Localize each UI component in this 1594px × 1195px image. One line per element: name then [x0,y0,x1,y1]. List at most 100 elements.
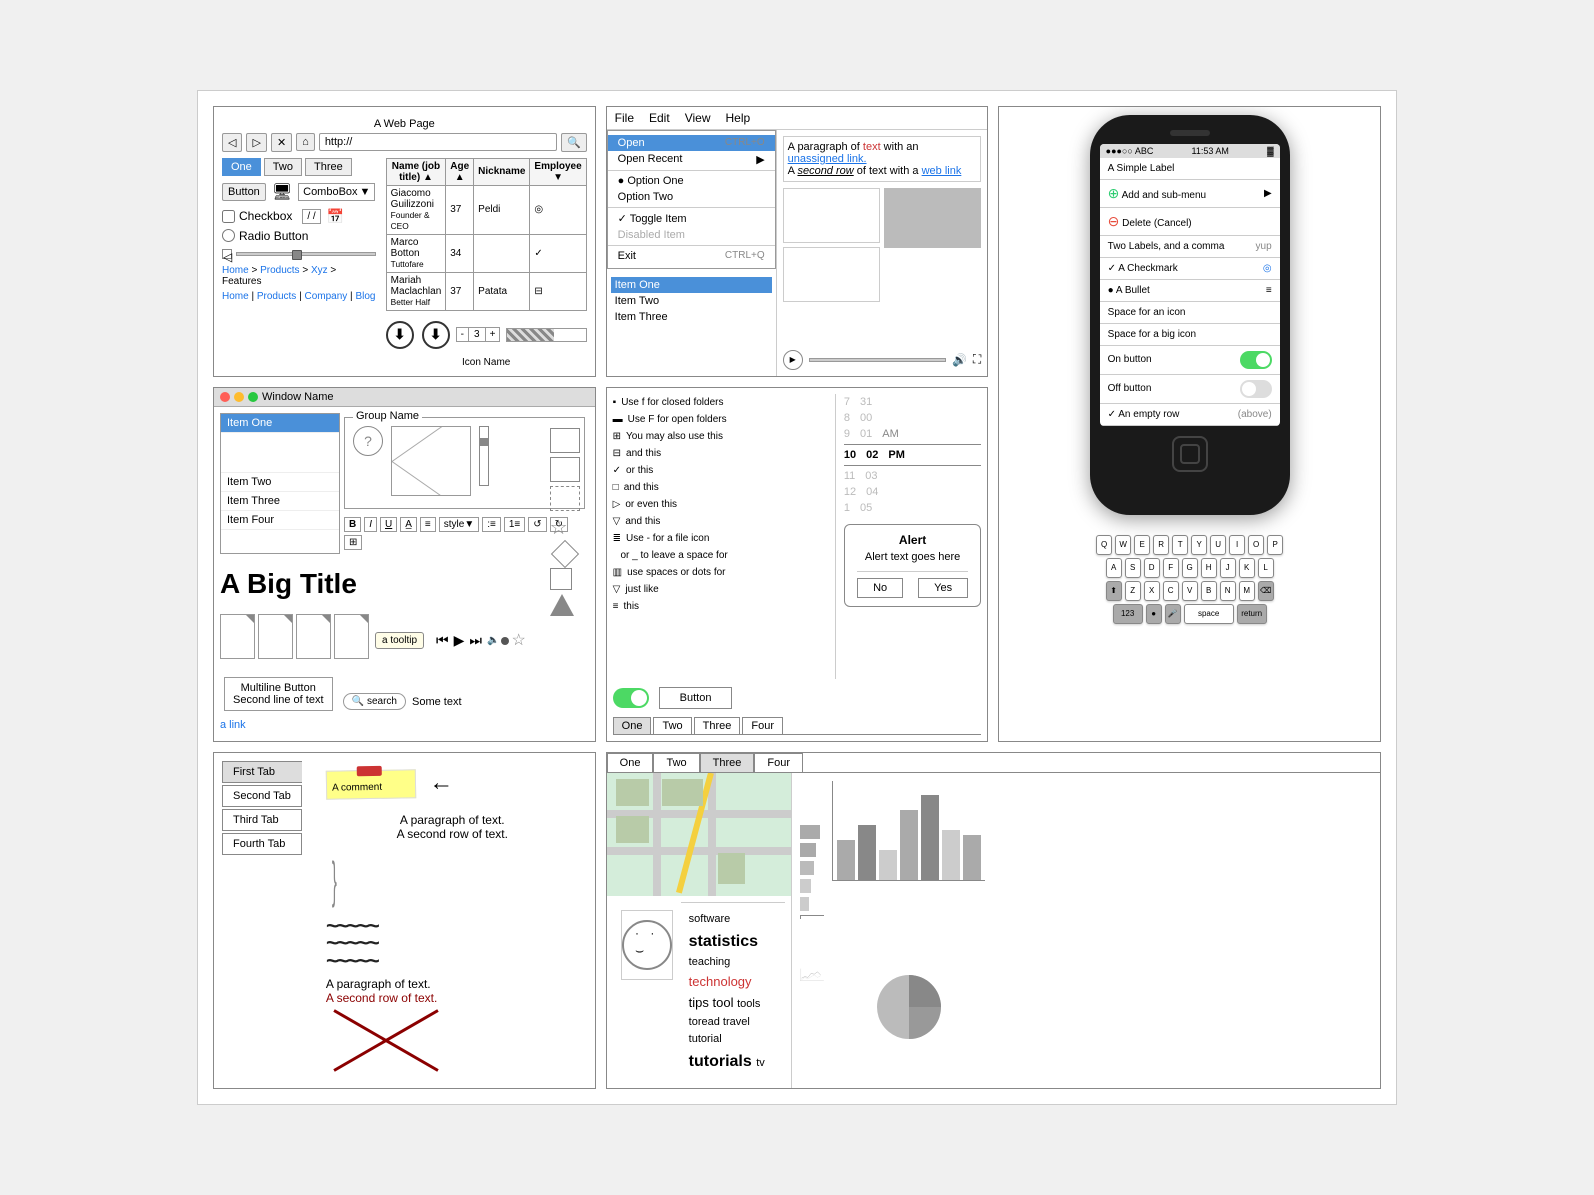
plain-button[interactable]: Button [659,687,733,709]
undo-btn[interactable]: ↺ [528,517,546,532]
forward-button[interactable]: ▷ [246,133,266,152]
menu-exit[interactable]: ExitCTRL+Q [608,248,775,264]
key-backspace[interactable]: ⌫ [1258,581,1274,601]
fullscreen-icon[interactable]: ⛶ [973,352,981,367]
key-o[interactable]: O [1248,535,1264,555]
menu-open-recent[interactable]: Open Recent▶ [608,151,775,168]
date-field[interactable]: / / [302,209,320,224]
menu-view[interactable]: View [685,111,711,125]
multiline-button[interactable]: Multiline Button Second line of text [224,677,333,711]
list-item-one[interactable]: Item One [611,277,772,293]
num-list-btn[interactable]: 1≡ [504,517,525,532]
data-tab-one[interactable]: One [607,753,654,772]
key-n[interactable]: N [1220,581,1236,601]
data-tab-four[interactable]: Four [754,753,803,772]
key-r[interactable]: R [1153,535,1169,555]
key-j[interactable]: J [1220,558,1236,578]
key-y[interactable]: Y [1191,535,1207,555]
key-q[interactable]: Q [1096,535,1112,555]
pipe-blog[interactable]: Blog [355,291,375,302]
key-l[interactable]: L [1258,558,1274,578]
bold-btn[interactable]: B [344,517,361,532]
stepper-plus[interactable]: + [486,328,500,341]
iphone-item-delete[interactable]: ⊖ Delete (Cancel) [1100,208,1280,236]
italic-btn[interactable]: I [364,517,377,532]
tab-one[interactable]: One [222,158,261,176]
unassigned-link[interactable]: unassigned link. [788,153,867,165]
alert-no-button[interactable]: No [857,578,903,598]
tab-three[interactable]: Three [305,158,352,176]
menu-edit[interactable]: Edit [649,111,670,125]
key-shift[interactable]: ⬆ [1106,581,1122,601]
key-t[interactable]: T [1172,535,1188,555]
key-c[interactable]: C [1163,581,1179,601]
monitor-icon[interactable]: 🖥 [272,182,292,202]
color-btn[interactable]: A̲ [400,517,417,532]
data-tab-three[interactable]: Three [700,753,755,772]
scroll-down-2[interactable]: ⬇ [422,321,450,349]
breadcrumb-products[interactable]: Products [260,265,299,276]
tab-strip-one[interactable]: One [613,717,652,734]
key-123[interactable]: 123 [1113,604,1143,624]
key-w[interactable]: W [1115,535,1131,555]
tab-two[interactable]: Two [264,158,302,176]
list-item-two[interactable]: Item Two [611,293,772,309]
col-name[interactable]: Name (job title) ▲ [386,158,446,185]
menu-file[interactable]: File [615,111,634,125]
vertical-slider[interactable] [479,426,489,486]
slider-handle[interactable] [480,438,488,446]
volume-slider[interactable] [504,639,506,642]
play-button[interactable]: ▶ [783,350,803,370]
toggle-on[interactable] [1240,351,1272,369]
button-control[interactable]: Button [222,183,266,201]
home-button[interactable]: ⌂ [296,133,315,151]
key-m[interactable]: M [1239,581,1255,601]
table-btn[interactable]: ⊞ [344,535,362,550]
pipe-products[interactable]: Products [257,291,296,302]
key-emoji[interactable]: ● [1146,604,1162,624]
key-mic[interactable]: 🎤 [1165,604,1181,624]
key-h[interactable]: H [1201,558,1217,578]
fast-forward-button[interactable]: ⏭ [469,632,482,649]
underline-btn[interactable]: U [380,517,397,532]
style-btn[interactable]: style▼ [439,517,479,532]
key-b[interactable]: B [1201,581,1217,601]
key-u[interactable]: U [1210,535,1226,555]
side-tab-fourth[interactable]: Fourth Tab [222,833,302,855]
key-a[interactable]: A [1106,558,1122,578]
breadcrumb-xyz[interactable]: Xyz [311,265,328,276]
calendar-icon[interactable]: 📅 [327,208,344,225]
toggle-off[interactable] [1240,380,1272,398]
web-link[interactable]: web link [922,165,962,177]
side-tab-first[interactable]: First Tab [222,761,302,783]
key-g[interactable]: G [1182,558,1198,578]
key-s[interactable]: S [1125,558,1141,578]
iphone-item-add[interactable]: ⊕ Add and sub-menu▶ [1100,180,1280,208]
toggle-green[interactable] [613,688,649,708]
key-z[interactable]: Z [1125,581,1141,601]
key-d[interactable]: D [1144,558,1160,578]
list-item-one[interactable]: Item One [221,414,339,433]
iphone-home-button[interactable] [1172,436,1208,472]
list-item-three[interactable]: Item Three [611,309,772,325]
key-p[interactable]: P [1267,535,1283,555]
slider-thumb[interactable] [292,250,302,260]
window-maximize-btn[interactable] [248,392,258,402]
window-minimize-btn[interactable] [234,392,244,402]
key-x[interactable]: X [1144,581,1160,601]
list-item-two[interactable]: Item Two [221,473,339,492]
key-v[interactable]: V [1182,581,1198,601]
slider-left-arrow[interactable]: ◁ [222,249,232,259]
key-space[interactable]: space [1184,604,1234,624]
menu-option-two[interactable]: Option Two [608,189,775,205]
tab-strip-four[interactable]: Four [742,717,783,734]
key-i[interactable]: I [1229,535,1245,555]
list-btn[interactable]: :≡ [482,517,501,532]
menu-toggle[interactable]: ✓ Toggle Item [608,210,775,227]
pipe-company[interactable]: Company [304,291,347,302]
side-tab-third[interactable]: Third Tab [222,809,302,831]
align-btn[interactable]: ≡ [420,517,436,532]
tab-strip-two[interactable]: Two [653,717,691,734]
volume-knob[interactable] [501,637,509,645]
key-return[interactable]: return [1237,604,1267,624]
